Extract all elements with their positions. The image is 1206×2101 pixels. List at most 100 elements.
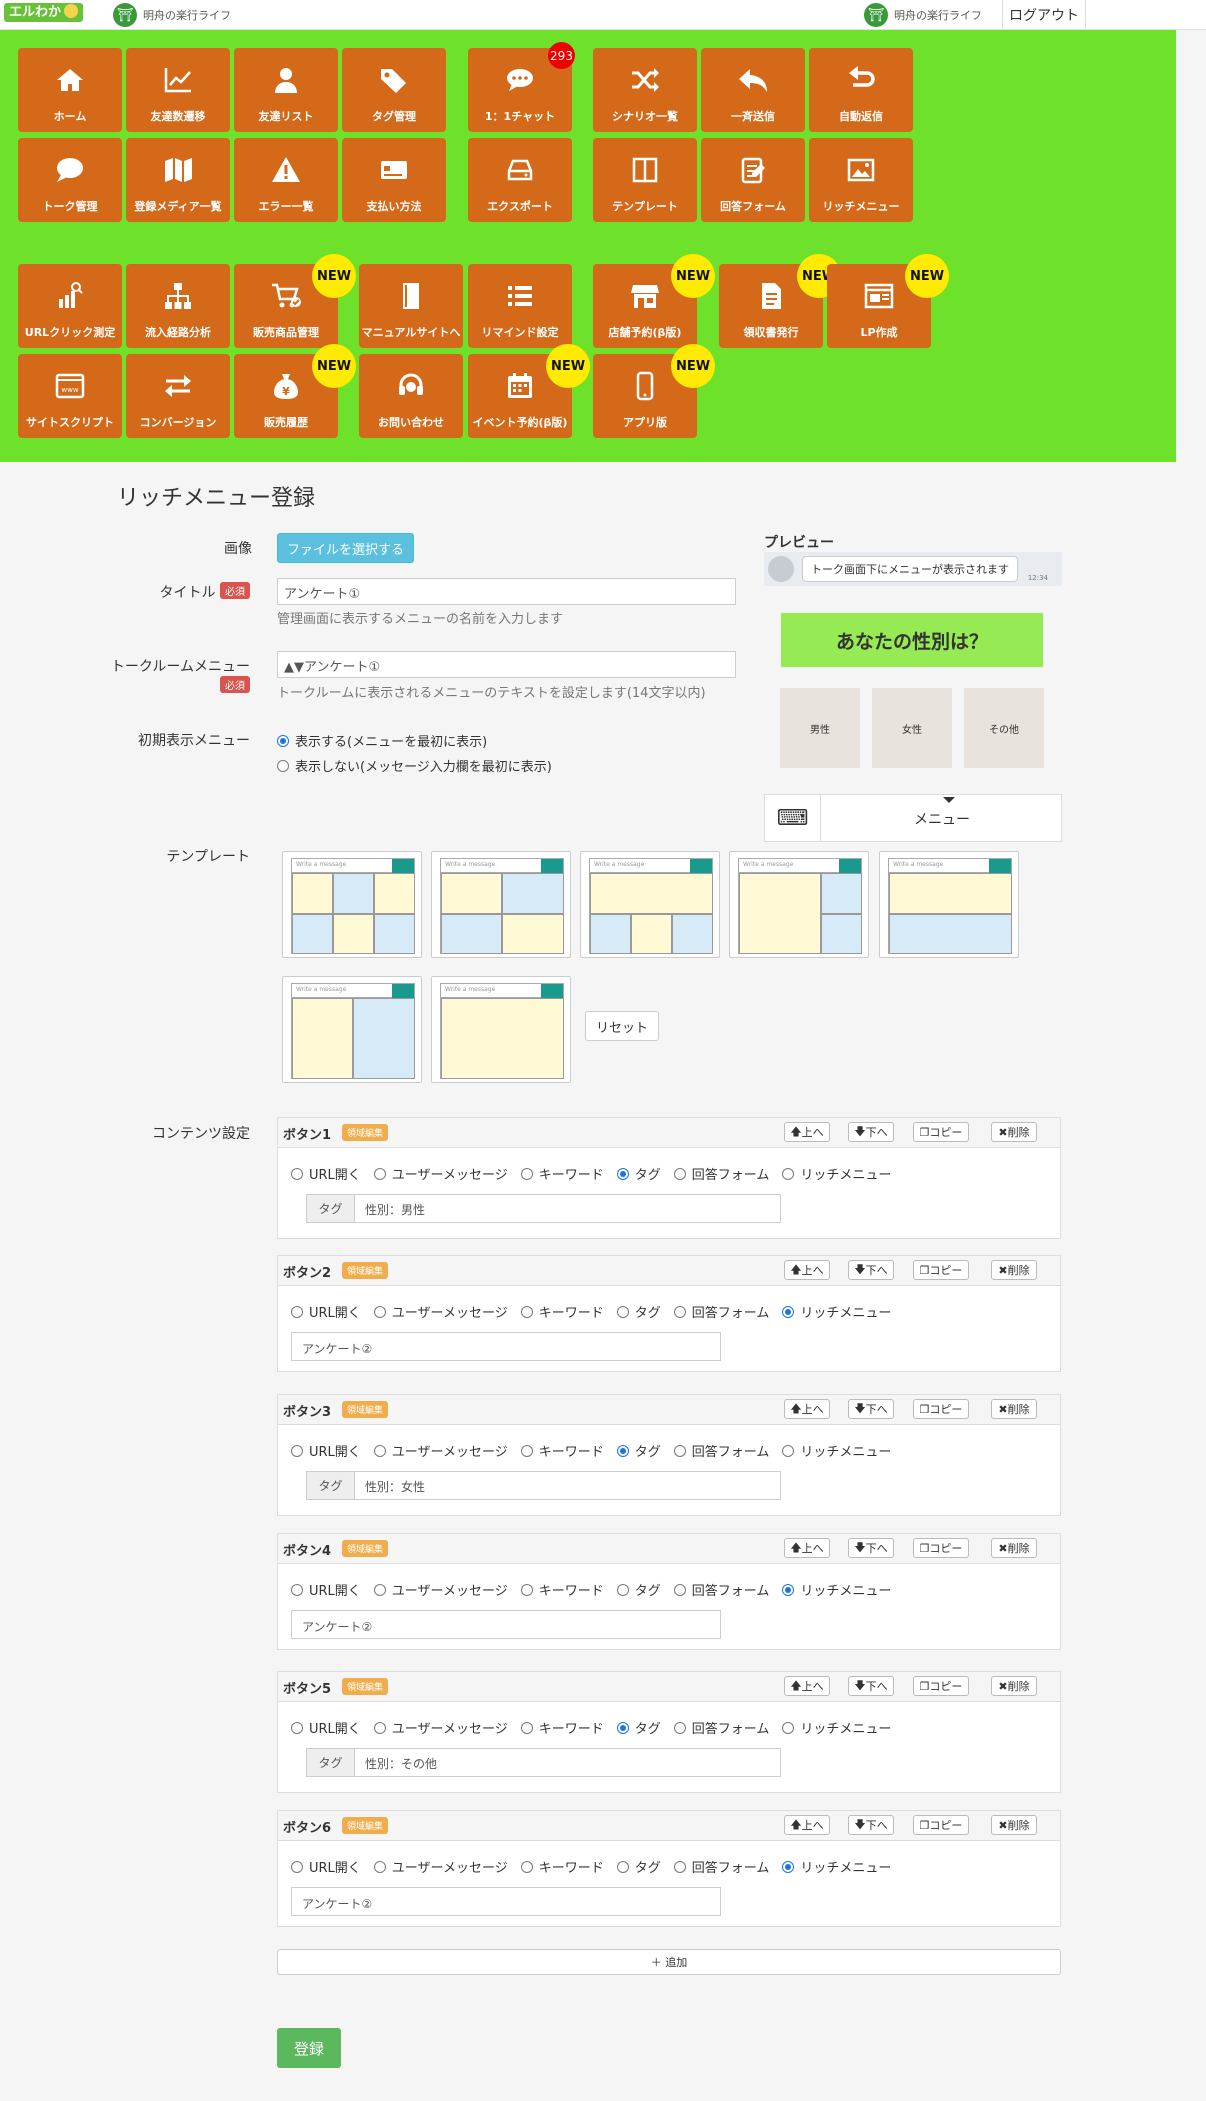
action-type-radio[interactable]: 回答フォーム [673,1302,769,1321]
move-up-button[interactable]: 🡅 上へ [784,1260,830,1280]
action-type-radio[interactable]: URL開く [291,1718,361,1737]
move-down-button[interactable]: 🡇 下へ [848,1676,894,1696]
action-type-radio[interactable]: タグ [616,1302,661,1321]
template-option-5[interactable]: Write a message [879,851,1019,958]
copy-button[interactable]: ❐ コピー [913,1122,969,1142]
template-option-2[interactable]: Write a message [431,851,571,958]
copy-button[interactable]: ❐ コピー [913,1676,969,1696]
action-type-radio[interactable]: リッチメニュー [782,1857,891,1876]
template-option-4[interactable]: Write a message [729,851,869,958]
account-switcher[interactable]: ⛩ 明舟の楽行ライフ [113,3,231,27]
action-type-radio[interactable]: 回答フォーム [673,1164,769,1183]
area-edit-button[interactable]: 領域編集 [342,1124,389,1141]
template-option-6[interactable]: Write a message [282,976,422,1083]
action-type-radio[interactable]: リッチメニュー [782,1164,891,1183]
nav-tile-20[interactable]: マニュアルサイトへ [359,264,463,348]
action-type-radio[interactable]: タグ [616,1441,661,1460]
nav-tile-8[interactable]: 自動返信 [809,48,913,132]
action-type-radio[interactable]: ユーザーメッセージ [373,1718,508,1737]
nav-tile-14[interactable]: テンプレート [593,138,697,222]
move-down-button[interactable]: 🡇 下へ [848,1122,894,1142]
delete-button[interactable]: ✖ 削除 [991,1815,1037,1835]
copy-button[interactable]: ❐ コピー [913,1815,969,1835]
tag-field[interactable]: タグ 性別：女性 [306,1471,781,1500]
action-type-radio[interactable]: リッチメニュー [782,1718,891,1737]
action-type-radio[interactable]: キーワード [520,1164,604,1183]
nav-tile-21[interactable]: リマインド設定 [468,264,572,348]
action-type-radio[interactable]: リッチメニュー [782,1580,891,1599]
action-type-radio[interactable]: 回答フォーム [673,1580,769,1599]
nav-tile-2[interactable]: 友達数遷移 [126,48,230,132]
move-down-button[interactable]: 🡇 下へ [848,1399,894,1419]
nav-tile-15[interactable]: 回答フォーム [701,138,805,222]
action-type-radio[interactable]: URL開く [291,1580,361,1599]
move-down-button[interactable]: 🡇 下へ [848,1538,894,1558]
delete-button[interactable]: ✖ 削除 [991,1676,1037,1696]
nav-tile-16[interactable]: リッチメニュー [809,138,913,222]
talkroom-input[interactable]: ▲▼アンケート① [277,651,736,678]
template-option-7[interactable]: Write a message [431,976,571,1083]
action-type-radio[interactable]: ユーザーメッセージ [373,1441,508,1460]
submit-button[interactable]: 登録 [277,2028,341,2068]
nav-tile-4[interactable]: タグ管理 [342,48,446,132]
area-edit-button[interactable]: 領域編集 [342,1817,389,1834]
nav-tile-9[interactable]: トーク管理 [18,138,122,222]
action-type-radio[interactable]: キーワード [520,1441,604,1460]
area-edit-button[interactable]: 領域編集 [342,1678,389,1695]
add-button[interactable]: ＋ 追加 [277,1949,1061,1975]
action-type-radio[interactable]: キーワード [520,1718,604,1737]
action-type-radio[interactable]: ユーザーメッセージ [373,1302,508,1321]
action-type-radio[interactable]: ユーザーメッセージ [373,1164,508,1183]
nav-tile-11[interactable]: エラー一覧 [234,138,338,222]
delete-button[interactable]: ✖ 削除 [991,1260,1037,1280]
tag-field[interactable]: タグ 性別：その他 [306,1748,781,1777]
nav-tile-7[interactable]: 一斉送信 [701,48,805,132]
nav-tile-25[interactable]: www サイトスクリプト [18,354,122,438]
move-up-button[interactable]: 🡅 上へ [784,1122,830,1142]
move-up-button[interactable]: 🡅 上へ [784,1538,830,1558]
action-type-radio[interactable]: キーワード [520,1302,604,1321]
nav-tile-17[interactable]: URLクリック測定 [18,264,122,348]
choose-file-button[interactable]: ファイルを選択する [277,533,414,563]
action-type-radio[interactable]: URL開く [291,1164,361,1183]
richmenu-select[interactable]: アンケート② [291,1332,721,1361]
move-up-button[interactable]: 🡅 上へ [784,1676,830,1696]
richmenu-select[interactable]: アンケート② [291,1610,721,1639]
action-type-radio[interactable]: URL開く [291,1302,361,1321]
logout-button[interactable]: ログアウト [1002,0,1086,30]
move-up-button[interactable]: 🡅 上へ [784,1815,830,1835]
action-type-radio[interactable]: ユーザーメッセージ [373,1580,508,1599]
nav-tile-26[interactable]: コンバージョン [126,354,230,438]
move-down-button[interactable]: 🡇 下へ [848,1260,894,1280]
template-option-3[interactable]: Write a message [580,851,720,958]
richmenu-select[interactable]: アンケート② [291,1887,721,1916]
action-type-radio[interactable]: タグ [616,1580,661,1599]
area-edit-button[interactable]: 領域編集 [342,1262,389,1279]
area-edit-button[interactable]: 領域編集 [342,1540,389,1557]
action-type-radio[interactable]: キーワード [520,1857,604,1876]
nav-tile-3[interactable]: 友達リスト [234,48,338,132]
action-type-radio[interactable]: キーワード [520,1580,604,1599]
copy-button[interactable]: ❐ コピー [913,1260,969,1280]
delete-button[interactable]: ✖ 削除 [991,1399,1037,1419]
copy-button[interactable]: ❐ コピー [913,1399,969,1419]
move-down-button[interactable]: 🡇 下へ [848,1815,894,1835]
action-type-radio[interactable]: リッチメニュー [782,1441,891,1460]
delete-button[interactable]: ✖ 削除 [991,1538,1037,1558]
action-type-radio[interactable]: ユーザーメッセージ [373,1857,508,1876]
nav-tile-18[interactable]: 流入経路分析 [126,264,230,348]
action-type-radio[interactable]: 回答フォーム [673,1718,769,1737]
nav-tile-10[interactable]: 登録メディア一覧 [126,138,230,222]
app-logo[interactable]: エルわか [4,3,84,22]
action-type-radio[interactable]: リッチメニュー [782,1302,891,1321]
action-type-radio[interactable]: タグ [616,1718,661,1737]
nav-tile-28[interactable]: お問い合わせ [359,354,463,438]
tag-field[interactable]: タグ 性別：男性 [306,1194,781,1223]
nav-tile-12[interactable]: 支払い方法 [342,138,446,222]
initial-hide-radio[interactable]: 表示しない(メッセージ入力欄を最初に表示) [277,756,552,775]
action-type-radio[interactable]: タグ [616,1164,661,1183]
action-type-radio[interactable]: 回答フォーム [673,1441,769,1460]
area-edit-button[interactable]: 領域編集 [342,1401,389,1418]
nav-tile-6[interactable]: シナリオ一覧 [593,48,697,132]
move-up-button[interactable]: 🡅 上へ [784,1399,830,1419]
